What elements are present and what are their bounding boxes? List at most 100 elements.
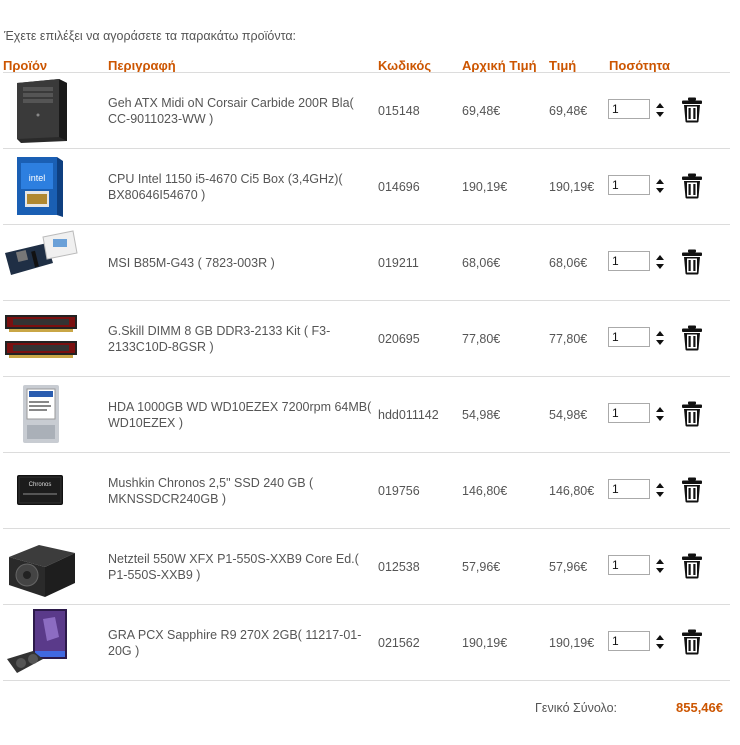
product-code: 015148: [378, 104, 420, 118]
table-bottom-divider: [3, 680, 730, 681]
quantity-input[interactable]: [608, 479, 650, 499]
price: 190,19€: [549, 636, 595, 650]
svg-text:Chronos: Chronos: [29, 482, 52, 488]
original-price: 190,19€: [462, 180, 508, 194]
price: 190,19€: [549, 180, 595, 194]
trash-icon: [681, 249, 703, 279]
total-label: Γενικό Σύνολο:: [535, 701, 618, 715]
delete-item-button[interactable]: [681, 629, 703, 655]
product-image: [3, 303, 79, 373]
header-quantity: Ποσότητα: [609, 58, 670, 73]
trash-icon: [681, 97, 703, 127]
product-image: intel: [3, 151, 79, 221]
cart-row: MSI B85M-G43 ( 7823-003R ) 019211 68,06€ 68…: [3, 224, 730, 301]
cart-row: HDA 1000GB WD WD10EZEX 7200rpm 64MB( WD1…: [3, 376, 730, 453]
quantity-spinner-icon[interactable]: [655, 176, 665, 196]
pc-case-icon: [3, 79, 79, 149]
quantity-input[interactable]: [608, 555, 650, 575]
product-description: Mushkin Chronos 2,5" SSD 240 GB ( MKNSSD…: [108, 476, 314, 506]
quantity-input[interactable]: [608, 631, 650, 651]
motherboard-icon: [3, 230, 79, 301]
original-price: 146,80€: [462, 484, 508, 498]
cart-row: intel CPU Intel 1150 i5-4670 Ci5 Box (3,4…: [3, 148, 730, 225]
delete-item-button[interactable]: [681, 401, 703, 427]
product-image: [3, 607, 79, 677]
header-price: Τιμή: [549, 58, 577, 73]
total-value: 855,46€: [676, 700, 723, 715]
product-code: 019756: [378, 484, 420, 498]
price: 68,06€: [549, 256, 588, 270]
product-description: G.Skill DIMM 8 GB DDR3-2133 Kit ( F3-213…: [108, 324, 331, 354]
quantity-spinner-icon[interactable]: [655, 556, 665, 576]
price: 54,98€: [549, 408, 588, 422]
price: 57,96€: [549, 560, 588, 574]
quantity-spinner-icon[interactable]: [655, 100, 665, 120]
product-image: Chronos: [3, 455, 79, 525]
cart-row: G.Skill DIMM 8 GB DDR3-2133 Kit ( F3-213…: [3, 300, 730, 377]
trash-icon: [681, 325, 703, 355]
delete-item-button[interactable]: [681, 553, 703, 579]
trash-icon: [681, 401, 703, 431]
cart-row: Netzteil 550W XFX P1-550S-XXB9 Core Ed.(…: [3, 528, 730, 605]
quantity-spinner-icon[interactable]: [655, 480, 665, 500]
delete-item-button[interactable]: [681, 325, 703, 351]
product-code: hdd011142: [378, 408, 439, 422]
quantity-spinner-icon[interactable]: [655, 252, 665, 272]
product-description: CPU Intel 1150 i5-4670 Ci5 Box (3,4GHz)(…: [108, 172, 343, 202]
power-supply-icon: [3, 545, 79, 605]
trash-icon: [681, 477, 703, 507]
graphics-card-icon: [3, 609, 79, 681]
header-product: Προϊόν: [3, 58, 48, 73]
quantity-input[interactable]: [608, 175, 650, 195]
header-original-price: Αρχική Τιμή: [462, 58, 537, 73]
original-price: 54,98€: [462, 408, 501, 422]
original-price: 69,48€: [462, 104, 501, 118]
cart-row: Geh ATX Midi oN Corsair Carbide 200R Bla…: [3, 72, 730, 149]
product-code: 014696: [378, 180, 420, 194]
quantity-spinner-icon[interactable]: [655, 328, 665, 348]
product-description: Geh ATX Midi oN Corsair Carbide 200R Bla…: [108, 96, 354, 126]
trash-icon: [681, 173, 703, 203]
cart-row: Chronos Mushkin Chronos 2,5" SSD 240 GB (…: [3, 452, 730, 529]
original-price: 190,19€: [462, 636, 508, 650]
quantity-spinner-icon[interactable]: [655, 632, 665, 652]
original-price: 68,06€: [462, 256, 501, 270]
product-description: MSI B85M-G43 ( 7823-003R ): [108, 256, 275, 270]
quantity-input[interactable]: [608, 327, 650, 347]
price: 69,48€: [549, 104, 588, 118]
delete-item-button[interactable]: [681, 97, 703, 123]
ssd-icon: Chronos: [3, 475, 79, 529]
quantity-input[interactable]: [608, 251, 650, 271]
original-price: 77,80€: [462, 332, 501, 346]
product-code: 019211: [378, 256, 419, 270]
original-price: 57,96€: [462, 560, 501, 574]
header-code: Κωδικός: [378, 58, 432, 73]
product-image: [3, 75, 79, 145]
hard-drive-icon: [3, 385, 79, 453]
ram-module-icon: [3, 315, 79, 377]
product-code: 012538: [378, 560, 420, 574]
product-description: GRA PCX Sapphire R9 270X 2GB( 11217-01-2…: [108, 628, 362, 658]
product-image: [3, 379, 79, 449]
cart-row: GRA PCX Sapphire R9 270X 2GB( 11217-01-2…: [3, 604, 730, 681]
price: 146,80€: [549, 484, 595, 498]
trash-icon: [681, 553, 703, 583]
product-code: 020695: [378, 332, 420, 346]
product-image: [3, 531, 79, 601]
delete-item-button[interactable]: [681, 477, 703, 503]
quantity-spinner-icon[interactable]: [655, 404, 665, 424]
intro-text: Έχετε επιλέξει να αγοράσετε τα παρακάτω …: [4, 29, 297, 43]
delete-item-button[interactable]: [681, 249, 703, 275]
quantity-input[interactable]: [608, 403, 650, 423]
svg-text:intel: intel: [29, 173, 46, 183]
product-description: HDA 1000GB WD WD10EZEX 7200rpm 64MB( WD1…: [108, 400, 372, 430]
header-description: Περιγραφή: [108, 58, 176, 73]
product-description: Netzteil 550W XFX P1-550S-XXB9 Core Ed.(…: [108, 552, 359, 582]
cpu-box-icon: intel: [3, 157, 79, 225]
quantity-input[interactable]: [608, 99, 650, 119]
trash-icon: [681, 629, 703, 659]
product-image: [3, 227, 79, 297]
product-code: 021562: [378, 636, 420, 650]
price: 77,80€: [549, 332, 588, 346]
delete-item-button[interactable]: [681, 173, 703, 199]
